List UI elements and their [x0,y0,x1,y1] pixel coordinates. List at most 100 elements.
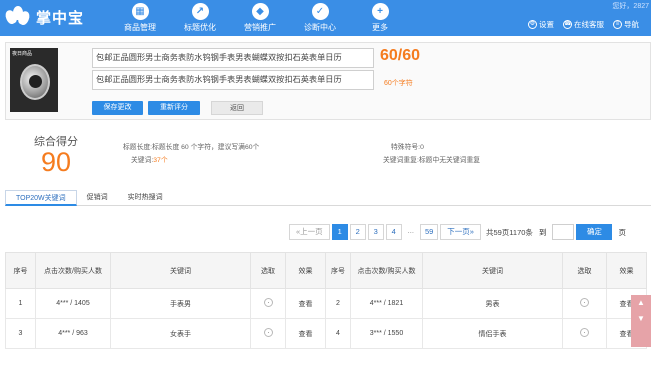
settings-icon: ⚙ [528,20,537,29]
page-3-button[interactable]: 3 [367,224,384,240]
product-title-editor: 夜日商品 包邮正品圆形男士商务表防水钨钢手表男表蝴蝶双按扣石英表单日历 包邮正品… [5,42,651,120]
row-index: 1 [5,288,36,319]
navigation-link[interactable]: ≡ 导航 [613,19,639,30]
col-header-effect: 效果 [285,252,326,289]
char-count-unit: 60个字符 [384,80,413,87]
pagination-total: 共59页1170条 [485,227,533,237]
row-index: 4 [325,318,351,349]
row-stats: 4*** / 1405 [35,288,111,319]
page-4-button[interactable]: 4 [385,224,402,240]
row-stats: 4*** / 1821 [350,288,423,319]
row-select-cell [250,318,286,349]
col-header-keyword-2: 关键词 [422,252,563,289]
chart-line-icon: ↗ [191,3,209,20]
top-navigation-bar: 掌中宝 ▦ 商品管理 ↗ 标题优化 ◆ 营销推广 ✓ 诊断中心 + 更多 您好，… [0,0,651,36]
online-support-label: 在线客服 [574,20,604,29]
char-count: 60/60 [380,47,421,64]
save-changes-button[interactable]: 保存更改 [92,101,143,115]
grid-icon: ▦ [131,3,149,20]
next-page-button[interactable]: 下一页» [440,224,481,240]
nav-label: 更多 [372,23,388,32]
row-stats: 4*** / 963 [35,318,111,349]
row-select-cell [250,288,286,319]
settings-label: 设置 [539,20,554,29]
row-index: 2 [325,288,351,319]
product-title-field[interactable]: 包邮正品圆形男士商务表防水钨钢手表男表蝴蝶双按扣石英表单日历 [92,48,374,68]
table-header-row: 序号 点击次数/购买人数 关键词 选取 效果 序号 点击次数/购买人数 关键词 … [5,252,647,289]
score-value: 90 [41,147,72,177]
row-view-link[interactable]: 查看 [285,288,326,319]
row-index: 3 [5,318,36,349]
goto-label: 到 [538,227,547,237]
app-logo[interactable]: 掌中宝 [3,6,85,28]
nav-diagnosis[interactable]: ✓ 诊断中心 [290,0,350,36]
header-links: ⚙ 设置 ☎ 在线客服 ≡ 导航 [528,19,639,30]
keyword-tabs: TOP20W关键词 促销词 实时热搜词 [5,190,651,206]
row-keyword: 男表 [422,288,563,319]
col-header-select: 选取 [250,252,286,289]
keyword-count-info: 关键词:37个 [131,154,168,164]
select-radio-icon[interactable] [580,328,589,337]
nav-label: 商品管理 [124,23,156,32]
page-1-button[interactable]: 1 [331,224,348,240]
select-radio-icon[interactable] [263,328,273,337]
tab-top20w-keywords[interactable]: TOP20W关键词 [5,190,77,206]
pagination: «上一页 1 2 3 4 ... 59 下一页» 共59页1170条 到 确定 … [289,224,626,240]
row-select-cell [562,318,607,349]
col-header-effect-2: 效果 [606,252,647,289]
col-header-index-2: 序号 [325,252,351,289]
title-length-info: 标题长度:标题长度 60 个字符，建议写满60个 [123,144,260,151]
floating-side-widget[interactable]: ▲ ▼ [631,295,651,347]
page-2-button[interactable]: 2 [349,224,366,240]
watch-image [20,64,50,100]
keyword-count-value: 37个 [153,157,168,164]
menu-icon: ≡ [613,20,622,29]
nav-marketing[interactable]: ◆ 营销推广 [230,0,290,36]
nav-label: 诊断中心 [304,23,336,32]
page-ellipsis: ... [403,224,418,240]
col-header-index: 序号 [5,252,36,289]
thumbnail-caption: 夜日商品 [12,51,33,57]
duplicate-words-info: 关键词重复:标题中无关键词重复 [383,157,481,164]
row-view-link[interactable]: 查看 [285,318,326,349]
prev-page-button[interactable]: «上一页 [289,224,330,240]
online-support-link[interactable]: ☎ 在线客服 [563,19,604,30]
nav-product-management[interactable]: ▦ 商品管理 [110,0,170,36]
keyword-table: 序号 点击次数/购买人数 关键词 选取 效果 序号 点击次数/购买人数 关键词 … [5,252,647,349]
col-header-clicks-2: 点击次数/购买人数 [350,252,423,289]
tab-promotion-words[interactable]: 促销词 [77,190,118,206]
product-thumbnail[interactable]: 夜日商品 [10,48,58,112]
col-header-clicks: 点击次数/购买人数 [35,252,111,289]
row-keyword: 手表男 [110,288,251,319]
product-title-field-optimized[interactable]: 包邮正品圆形男士商务表防水钨钢手表男表蝴蝶双按扣石英表单日历 [92,70,374,90]
col-header-select-2: 选取 [562,252,607,289]
scroll-up-icon[interactable]: ▲ [631,295,651,311]
special-chars-info: 特殊符号:0 [391,144,424,151]
headset-icon: ☎ [563,20,572,29]
nav-title-optimization[interactable]: ↗ 标题优化 [170,0,230,36]
goto-confirm-button[interactable]: 确定 [576,224,613,240]
nav-label: 标题优化 [184,23,216,32]
row-stats: 3*** / 1550 [350,318,423,349]
logo-icon [3,6,32,28]
app-name: 掌中宝 [36,9,85,27]
nav-more[interactable]: + 更多 [350,0,410,36]
page-last-button[interactable]: 59 [419,224,439,240]
col-header-keyword: 关键词 [110,252,251,289]
user-greeting: 您好，2827 [612,3,649,10]
scroll-down-icon[interactable]: ▼ [631,311,651,327]
select-radio-icon[interactable] [580,298,589,307]
tag-icon: ◆ [251,3,269,20]
goto-page-input[interactable] [552,224,575,240]
table-row: 1 4*** / 1405 手表男 查看 2 4*** / 1821 男表 查看 [5,288,647,319]
tab-realtime-hot-search[interactable]: 实时热搜词 [118,190,173,206]
nav-label: 营销推广 [244,23,276,32]
row-select-cell [562,288,607,319]
keyword-count-label: 关键词: [131,157,154,164]
settings-link[interactable]: ⚙ 设置 [528,19,554,30]
table-row: 3 4*** / 963 女表手 查看 4 3*** / 1550 情侣手表 查… [5,318,647,349]
page-unit-label: 页 [618,227,626,237]
rescore-button[interactable]: 重新评分 [148,101,200,115]
select-radio-icon[interactable] [263,298,273,307]
back-button[interactable]: 返回 [211,101,263,115]
